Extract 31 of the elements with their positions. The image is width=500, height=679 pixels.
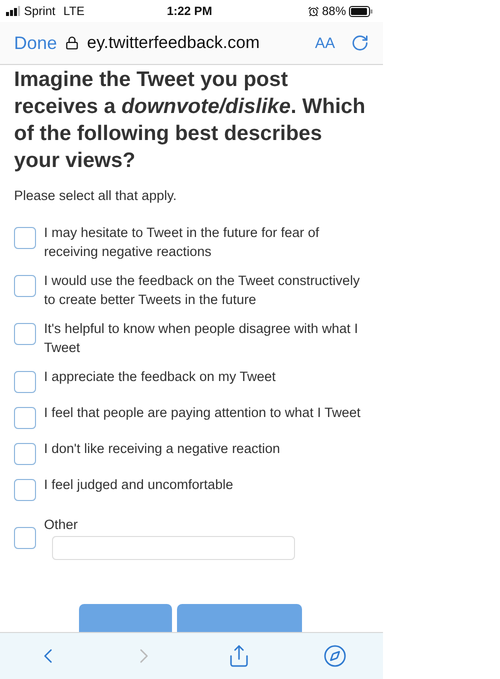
- option-label: I would use the feedback on the Tweet constructively to create better Tweets in the future: [44, 272, 361, 309]
- checkbox[interactable]: [14, 323, 36, 345]
- done-button[interactable]: Done: [14, 32, 58, 54]
- reload-icon[interactable]: [351, 34, 369, 52]
- question-hint: Please select all that apply.: [14, 188, 178, 203]
- lock-icon: [65, 36, 80, 50]
- carrier: Sprint: [24, 4, 56, 18]
- battery-icon: [349, 6, 374, 16]
- checkbox[interactable]: [14, 479, 36, 501]
- text-size-button[interactable]: AA: [314, 34, 335, 52]
- option-label: It's helpful to know when people disagree with what I Tweet: [44, 320, 360, 357]
- checkbox[interactable]: [14, 371, 36, 393]
- url-address[interactable]: ey.twitterfeedback.com: [87, 33, 307, 53]
- other-input-field[interactable]: [52, 536, 295, 560]
- checkbox[interactable]: [14, 443, 36, 465]
- alarm-icon: [308, 6, 319, 16]
- signal-icon: [6, 6, 20, 16]
- question-title: Imagine the Tweet you post receives a downvote/dislike. Which of the following best describes your views?: [14, 67, 366, 174]
- option-label: I don't like receiving a negative reaction: [44, 440, 280, 458]
- option-label: Other: [44, 516, 79, 534]
- battery-percent: 88%: [322, 4, 346, 18]
- option-label: I feel judged and uncomfortable: [44, 476, 234, 494]
- checkbox[interactable]: [14, 275, 36, 297]
- network-type: LTE: [63, 4, 84, 18]
- option-label: I appreciate the feedback on my Tweet: [44, 368, 276, 386]
- checkbox[interactable]: [14, 527, 36, 549]
- checkbox[interactable]: [14, 407, 36, 429]
- option-label: I feel that people are paying attention to what I Tweet: [44, 404, 360, 422]
- checkbox[interactable]: [14, 227, 36, 249]
- option-label: I may hesitate to Tweet in the future for fear of receiving negative reactions: [44, 224, 320, 261]
- clock: 1:22 PM: [166, 4, 212, 18]
